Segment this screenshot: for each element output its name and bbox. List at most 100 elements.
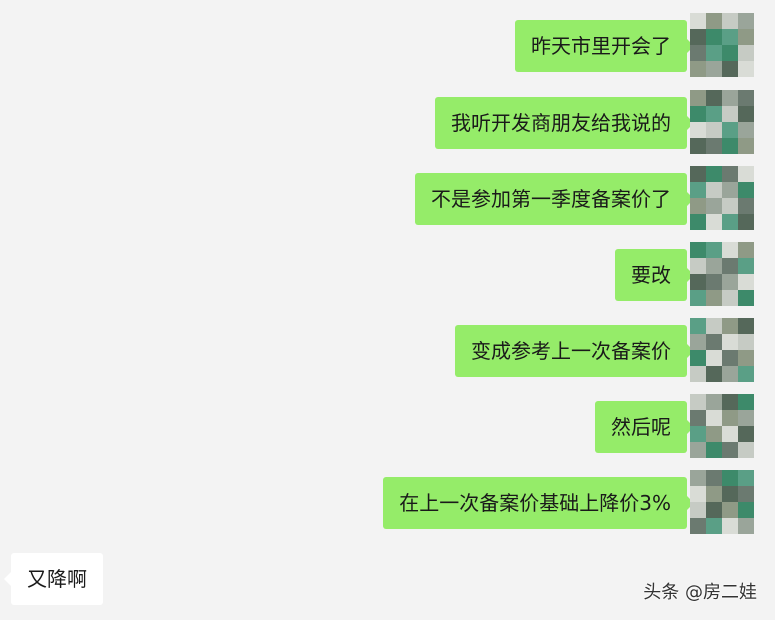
avatar-tile: [706, 166, 722, 182]
avatar-tile: [706, 366, 722, 382]
avatar-tile: [706, 350, 722, 366]
avatar-tile: [706, 90, 722, 106]
avatar-tile: [722, 502, 738, 518]
avatar-tile: [690, 166, 706, 182]
received-message-bubble[interactable]: 又降啊: [4, 553, 103, 605]
avatar-tile: [690, 366, 706, 382]
avatar-tile: [690, 182, 706, 198]
avatar-tile: [706, 502, 722, 518]
avatar-tile: [690, 274, 706, 290]
avatar-tile: [722, 242, 738, 258]
avatar-tile: [690, 13, 706, 29]
avatar-tile: [690, 45, 706, 61]
avatar-tile: [706, 470, 722, 486]
avatar-tile: [738, 138, 754, 154]
avatar-tile: [706, 426, 722, 442]
avatar-tile: [706, 258, 722, 274]
avatar-tile: [738, 486, 754, 502]
avatar-tile: [722, 198, 738, 214]
avatar[interactable]: [690, 394, 754, 458]
message-row: 在上一次备案价基础上降价3%: [0, 470, 775, 534]
avatar-tile: [706, 182, 722, 198]
avatar-tile: [722, 13, 738, 29]
message-row: 昨天市里开会了: [0, 13, 775, 77]
avatar-tile: [722, 138, 738, 154]
avatar-tile: [690, 106, 706, 122]
avatar-tile: [706, 274, 722, 290]
avatar-tile: [706, 410, 722, 426]
avatar-tile: [722, 366, 738, 382]
sent-message-bubble[interactable]: 在上一次备案价基础上降价3%: [383, 477, 694, 529]
sent-message-bubble[interactable]: 不是参加第一季度备案价了: [415, 173, 694, 225]
avatar-tile: [706, 442, 722, 458]
avatar-tile: [738, 166, 754, 182]
avatar-tile: [690, 290, 706, 306]
avatar-tile: [738, 274, 754, 290]
avatar-tile: [738, 90, 754, 106]
avatar-tile: [722, 318, 738, 334]
avatar-tile: [722, 45, 738, 61]
avatar-tile: [738, 198, 754, 214]
avatar-tile: [706, 318, 722, 334]
sent-message-bubble[interactable]: 昨天市里开会了: [515, 20, 694, 72]
avatar-tile: [722, 29, 738, 45]
message-row: 不是参加第一季度备案价了: [0, 166, 775, 230]
avatar-tile: [690, 242, 706, 258]
avatar-tile: [738, 502, 754, 518]
avatar-tile: [738, 13, 754, 29]
avatar[interactable]: [690, 242, 754, 306]
avatar-tile: [690, 258, 706, 274]
avatar-tile: [738, 518, 754, 534]
avatar-tile: [738, 106, 754, 122]
avatar-tile: [738, 45, 754, 61]
sent-message-bubble[interactable]: 要改: [615, 249, 694, 301]
avatar-tile: [706, 290, 722, 306]
avatar-tile: [690, 318, 706, 334]
avatar-tile: [690, 470, 706, 486]
avatar-tile: [738, 334, 754, 350]
avatar-tile: [690, 502, 706, 518]
avatar-tile: [738, 410, 754, 426]
avatar-tile: [738, 426, 754, 442]
avatar-tile: [738, 442, 754, 458]
avatar-tile: [690, 350, 706, 366]
avatar-tile: [722, 290, 738, 306]
avatar-tile: [722, 486, 738, 502]
avatar[interactable]: [690, 166, 754, 230]
avatar-tile: [722, 442, 738, 458]
avatar-tile: [722, 426, 738, 442]
avatar[interactable]: [690, 13, 754, 77]
avatar-tile: [706, 106, 722, 122]
avatar-tile: [706, 394, 722, 410]
avatar-tile: [738, 29, 754, 45]
avatar-tile: [706, 45, 722, 61]
avatar-tile: [722, 518, 738, 534]
avatar-tile: [722, 350, 738, 366]
sent-message-bubble[interactable]: 变成参考上一次备案价: [455, 325, 694, 377]
avatar-tile: [738, 122, 754, 138]
message-row: 要改: [0, 242, 775, 306]
avatar-tile: [722, 106, 738, 122]
avatar-tile: [722, 394, 738, 410]
avatar[interactable]: [690, 470, 754, 534]
sent-message-bubble[interactable]: 然后呢: [595, 401, 694, 453]
avatar-tile: [722, 90, 738, 106]
avatar-tile: [690, 90, 706, 106]
avatar-tile: [706, 29, 722, 45]
avatar-tile: [706, 518, 722, 534]
avatar-tile: [722, 410, 738, 426]
avatar-tile: [722, 182, 738, 198]
avatar-tile: [706, 138, 722, 154]
avatar-tile: [722, 166, 738, 182]
watermark: 头条 @房二娃: [643, 582, 757, 603]
avatar-tile: [738, 258, 754, 274]
sent-message-bubble[interactable]: 我听开发商朋友给我说的: [435, 97, 694, 149]
avatar-tile: [722, 258, 738, 274]
avatar-tile: [722, 61, 738, 77]
avatar-tile: [690, 410, 706, 426]
message-row: 然后呢: [0, 394, 775, 458]
message-row: 我听开发商朋友给我说的: [0, 90, 775, 154]
avatar-tile: [690, 394, 706, 410]
avatar[interactable]: [690, 90, 754, 154]
avatar[interactable]: [690, 318, 754, 382]
